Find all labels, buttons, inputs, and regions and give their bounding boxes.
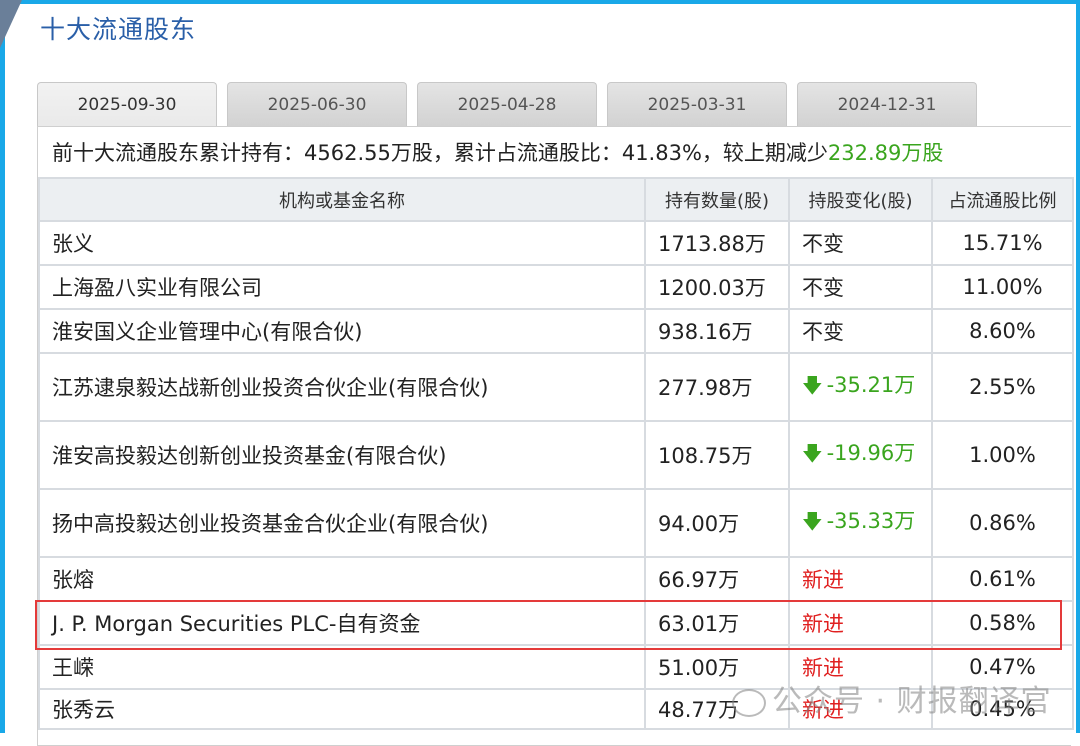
shareholder-name: 上海盈八实业有限公司 xyxy=(38,264,646,310)
table-row: 扬中高投毅达创业投资基金合伙企业(有限合伙) 94.00万 🡇 -35.33万 0.86… xyxy=(38,488,1074,558)
change-text: 不变 xyxy=(802,320,844,344)
shareholder-name: 王嵘 xyxy=(38,644,646,690)
float-ratio: 15.71% xyxy=(931,220,1074,266)
col-holding-header: 持有数量(股) xyxy=(644,177,790,222)
summary-text: 前十大流通股东累计持有：4562.55万股，累计占流通股比：41.83%，较上期… xyxy=(52,141,828,165)
shareholder-name: 张义 xyxy=(38,220,646,266)
holding-change: 新进 xyxy=(788,600,933,646)
change-text: -35.21万 xyxy=(826,373,916,397)
float-ratio: 0.61% xyxy=(931,556,1074,602)
holding-amount: 63.01万 xyxy=(644,600,790,646)
holding-amount: 94.00万 xyxy=(644,488,790,558)
shareholder-name: 张熔 xyxy=(38,556,646,602)
wechat-icon xyxy=(732,688,766,717)
corner-marker xyxy=(0,0,22,48)
holding-amount: 1713.88万 xyxy=(644,220,790,266)
holding-change: 🡇 -35.21万 xyxy=(788,352,933,422)
shareholder-name: 淮安国义企业管理中心(有限合伙) xyxy=(38,308,646,354)
holding-amount: 938.16万 xyxy=(644,308,790,354)
tab-2024-12-31[interactable]: 2024-12-31 xyxy=(797,82,977,126)
col-name-header: 机构或基金名称 xyxy=(38,177,646,222)
tab-2025-04-28[interactable]: 2025-04-28 xyxy=(417,82,597,126)
holding-change: 🡇 -35.33万 xyxy=(788,488,933,558)
shareholder-name: 淮安高投毅达创新创业投资基金(有限合伙) xyxy=(38,420,646,490)
watermark-text: 公众号 · 财报翻译官 xyxy=(772,684,1052,719)
tab-2025-06-30[interactable]: 2025-06-30 xyxy=(227,82,407,126)
change-text: 不变 xyxy=(802,232,844,256)
float-ratio: 2.55% xyxy=(931,352,1074,422)
shareholder-name: 江苏逮泉毅达战新创业投资合伙企业(有限合伙) xyxy=(38,352,646,422)
arrow-down-icon: 🡇 xyxy=(802,441,823,465)
change-text: 不变 xyxy=(802,276,844,300)
tab-2025-03-31[interactable]: 2025-03-31 xyxy=(607,82,787,126)
table-header: 机构或基金名称 持有数量(股) 持股变化(股) 占流通股比例 xyxy=(38,177,1074,222)
summary-line: 前十大流通股东累计持有：4562.55万股，累计占流通股比：41.83%，较上期… xyxy=(52,137,943,167)
float-ratio: 0.58% xyxy=(931,600,1074,646)
shareholder-name: J. P. Morgan Securities PLC-自有资金 xyxy=(38,600,646,646)
float-ratio: 0.86% xyxy=(931,488,1074,558)
tab-2025-09-30[interactable]: 2025-09-30 xyxy=(37,82,217,128)
table-row: 淮安国义企业管理中心(有限合伙) 938.16万 不变 8.60% xyxy=(38,308,1074,354)
table-row: 江苏逮泉毅达战新创业投资合伙企业(有限合伙) 277.98万 🡇 -35.21万 2.5… xyxy=(38,352,1074,422)
table-row: 张熔 66.97万 新进 0.61% xyxy=(38,556,1074,602)
col-change-header: 持股变化(股) xyxy=(788,177,933,222)
summary-change: 232.89万股 xyxy=(827,141,944,165)
table-row: 淮安高投毅达创新创业投资基金(有限合伙) 108.75万 🡇 -19.96万 1.00% xyxy=(38,420,1074,490)
table-body: 张义 1713.88万 不变 15.71% 上海盈八实业有限公司 1200.03万 不变 11… xyxy=(38,220,1074,730)
holding-amount: 277.98万 xyxy=(644,352,790,422)
float-ratio: 8.60% xyxy=(931,308,1074,354)
shareholders-panel: 前十大流通股东累计持有：4562.55万股，累计占流通股比：41.83%，较上期… xyxy=(37,126,1074,746)
col-ratio-header: 占流通股比例 xyxy=(931,177,1074,222)
holding-change: 不变 xyxy=(788,308,933,354)
shareholders-table: 机构或基金名称 持有数量(股) 持股变化(股) 占流通股比例 张义 1713.88… xyxy=(38,177,1074,730)
change-text: -19.96万 xyxy=(826,441,916,465)
shareholder-name: 张秀云 xyxy=(38,688,646,730)
shareholder-name: 扬中高投毅达创业投资基金合伙企业(有限合伙) xyxy=(38,488,646,558)
table-row: J. P. Morgan Securities PLC-自有资金 63.01万 新进… xyxy=(38,600,1074,646)
watermark: 公众号 · 财报翻译官 xyxy=(732,676,1052,720)
change-text: 新进 xyxy=(802,568,844,592)
holding-change: 不变 xyxy=(788,264,933,310)
arrow-down-icon: 🡇 xyxy=(802,509,823,533)
float-ratio: 11.00% xyxy=(931,264,1074,310)
holding-amount: 1200.03万 xyxy=(644,264,790,310)
page-title: 十大流通股东 xyxy=(40,15,197,44)
holding-change: 不变 xyxy=(788,220,933,266)
holding-change: 🡇 -19.96万 xyxy=(788,420,933,490)
table-row: 上海盈八实业有限公司 1200.03万 不变 11.00% xyxy=(38,264,1074,310)
holding-amount: 108.75万 xyxy=(644,420,790,490)
change-text: 新进 xyxy=(802,612,844,636)
holding-change: 新进 xyxy=(788,556,933,602)
table-row: 张义 1713.88万 不变 15.71% xyxy=(38,220,1074,266)
change-text: -35.33万 xyxy=(826,509,916,533)
arrow-down-icon: 🡇 xyxy=(802,373,823,397)
float-ratio: 1.00% xyxy=(931,420,1074,490)
holding-amount: 66.97万 xyxy=(644,556,790,602)
